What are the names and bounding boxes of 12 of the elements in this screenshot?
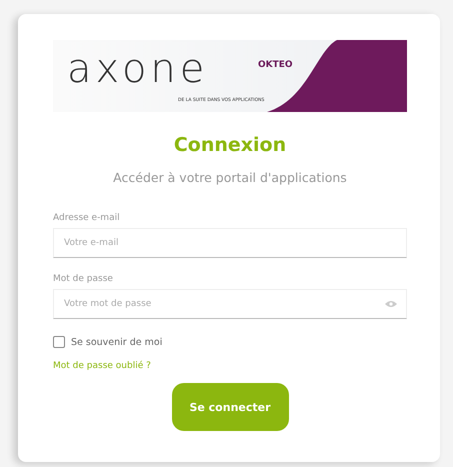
remember-checkbox[interactable] [53, 336, 65, 348]
email-field[interactable]: Votre e-mail [53, 228, 407, 258]
checkbox-label: Se souvenir de moi [71, 336, 162, 348]
page-title: Connexion [172, 134, 288, 156]
field-label: Mot de passe [53, 274, 114, 284]
subtitle: Accéder à votre portail d'applications [112, 170, 348, 185]
password-field[interactable]: Votre mot de passe [53, 289, 407, 319]
brand-name: OKTEO [258, 60, 293, 70]
logo-wordmark: axone [67, 51, 208, 87]
forgot-password-link[interactable]: Mot de passe oublié ? [53, 361, 151, 371]
login-button[interactable]: Se connecter [172, 383, 288, 431]
field-label: Adresse e-mail [53, 213, 121, 223]
